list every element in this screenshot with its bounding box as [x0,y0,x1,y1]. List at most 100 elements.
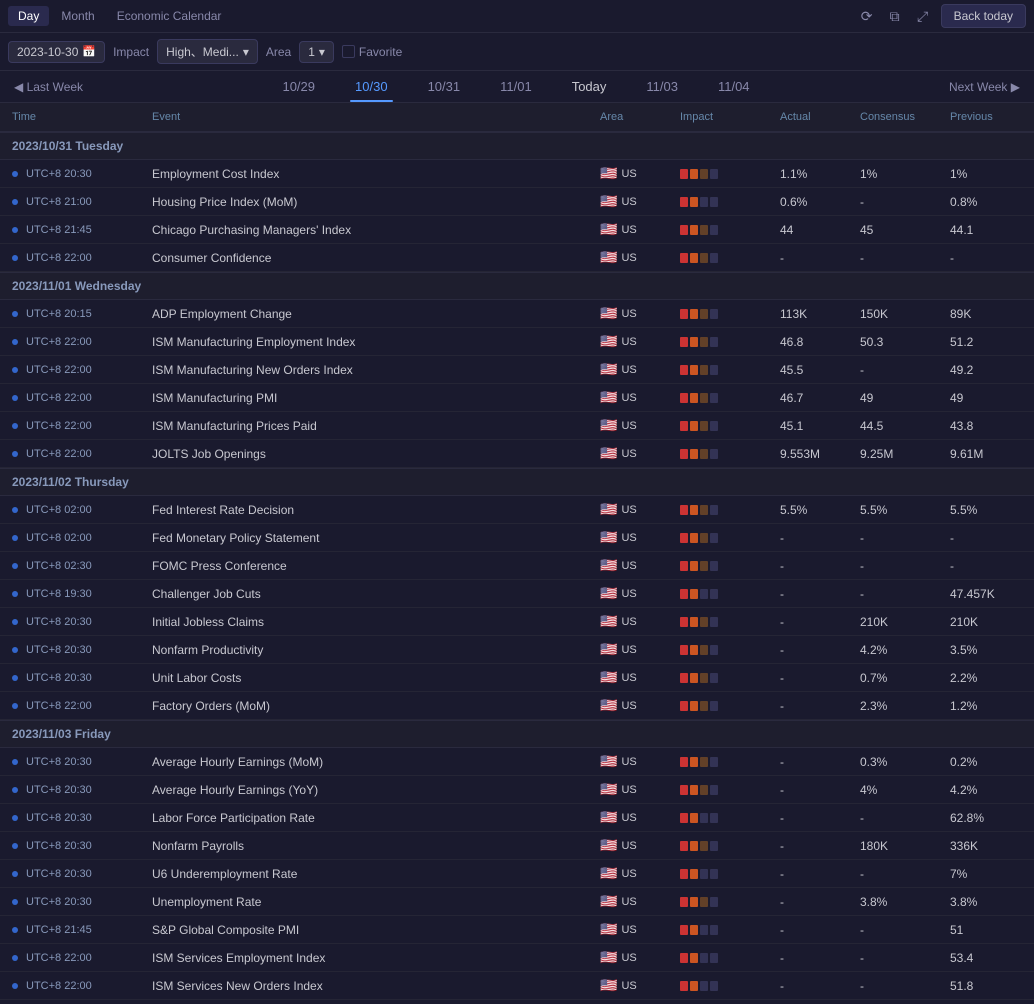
area-cell: 🇺🇸US [596,889,676,914]
th-event: Event [148,107,596,127]
date-tab-11-01[interactable]: 11/01 [480,75,552,98]
impact-bar [680,953,688,963]
time-cell: UTC+8 20:30 [8,164,148,184]
date-picker[interactable]: 2023-10-30 📅 [8,41,105,63]
window-icon[interactable]: ⧉ [885,6,905,26]
table-row[interactable]: UTC+8 21:45S&P Global Composite PMI🇺🇸US-… [0,916,1034,944]
consensus-cell: - [856,555,946,577]
table-row[interactable]: UTC+8 20:30Labor Force Participation Rat… [0,804,1034,832]
date-tab-11-03[interactable]: 11/03 [626,75,698,98]
previous-cell: - [946,555,1026,577]
table-row[interactable]: UTC+8 22:00Factory Orders (MoM)🇺🇸US-2.3%… [0,692,1034,720]
table-row[interactable]: UTC+8 22:00ISM Manufacturing New Orders … [0,356,1034,384]
impact-bars [680,505,718,515]
impact-bars [680,981,718,991]
impact-cell [676,557,776,575]
date-tab-Today[interactable]: Today [552,75,627,98]
date-tab-11-04[interactable]: 11/04 [698,75,770,98]
table-row[interactable]: UTC+8 20:15ADP Employment Change🇺🇸US113K… [0,300,1034,328]
back-today-btn[interactable]: Back today [941,4,1026,28]
date-tab-10-31[interactable]: 10/31 [408,75,481,98]
impact-cell [676,445,776,463]
event-cell: Employment Cost Index [148,163,596,185]
table-row[interactable]: UTC+8 20:30Nonfarm Productivity🇺🇸US-4.2%… [0,636,1034,664]
date-tab-10-29[interactable]: 10/29 [262,75,335,98]
impact-bars [680,533,718,543]
actual-cell: 46.8 [776,331,856,353]
actual-cell: - [776,891,856,913]
impact-bar [690,981,698,991]
impact-bar [700,673,708,683]
prev-week-btn[interactable]: ◀ Last Week [8,76,89,98]
table-row[interactable]: UTC+8 20:30Average Hourly Earnings (MoM)… [0,748,1034,776]
tab-month[interactable]: Month [51,6,104,26]
impact-bar [700,813,708,823]
impact-bar [700,309,708,319]
table-row[interactable]: UTC+8 20:30Unemployment Rate🇺🇸US-3.8%3.8… [0,888,1034,916]
area-name: US [621,840,636,852]
impact-bars [680,337,718,347]
table-row[interactable]: UTC+8 20:30U6 Underemployment Rate🇺🇸US--… [0,860,1034,888]
impact-bar [680,757,688,767]
indicator-dot [12,395,18,401]
impact-select[interactable]: High、Medi... ▾ [157,39,258,64]
table-row[interactable]: UTC+8 02:00Fed Monetary Policy Statement… [0,524,1034,552]
impact-cell [676,333,776,351]
table-row[interactable]: UTC+8 22:00ISM Services New Orders Index… [0,972,1034,1000]
impact-bar [710,309,718,319]
impact-bar [680,673,688,683]
previous-cell: 89K [946,303,1026,325]
impact-cell [676,809,776,827]
area-label: Area [266,45,291,59]
table-row[interactable]: UTC+8 19:30Challenger Job Cuts🇺🇸US--47.4… [0,580,1034,608]
scroll-area[interactable]: 2023/10/31 TuesdayUTC+8 20:30Employment … [0,132,1034,1004]
consensus-cell: 210K [856,611,946,633]
table-row[interactable]: UTC+8 20:30Average Hourly Earnings (YoY)… [0,776,1034,804]
flag-icon: 🇺🇸 [600,921,617,938]
impact-bar [710,785,718,795]
flag-icon: 🇺🇸 [600,417,617,434]
impact-bar [690,197,698,207]
table-row[interactable]: UTC+8 20:30Nonfarm Payrolls🇺🇸US-180K336K [0,832,1034,860]
table-row[interactable]: UTC+8 22:00Consumer Confidence🇺🇸US--- [0,244,1034,272]
tab-day[interactable]: Day [8,6,49,26]
area-name: US [621,560,636,572]
actual-cell: - [776,611,856,633]
checkbox-input[interactable] [342,45,355,58]
time-cell: UTC+8 22:00 [8,388,148,408]
impact-cell [676,641,776,659]
area-cell: 🇺🇸US [596,861,676,886]
consensus-cell: - [856,919,946,941]
table-row[interactable]: UTC+8 22:00JOLTS Job Openings🇺🇸US9.553M9… [0,440,1034,468]
table-row[interactable]: UTC+8 22:00ISM Services Employment Index… [0,944,1034,972]
table-row[interactable]: UTC+8 21:45Chicago Purchasing Managers' … [0,216,1034,244]
area-cell: 🇺🇸US [596,245,676,270]
next-week-btn[interactable]: Next Week ▶ [943,76,1026,98]
area-select[interactable]: 1 ▾ [299,41,334,63]
reload-icon[interactable]: ⟳ [857,6,877,26]
table-row[interactable]: UTC+8 22:00ISM Manufacturing PMI🇺🇸US46.7… [0,384,1034,412]
impact-bar [680,561,688,571]
table-row[interactable]: UTC+8 20:30Initial Jobless Claims🇺🇸US-21… [0,608,1034,636]
consensus-cell: - [856,807,946,829]
table-row[interactable]: UTC+8 22:00ISM Manufacturing Prices Paid… [0,412,1034,440]
table-row[interactable]: UTC+8 21:00Housing Price Index (MoM)🇺🇸US… [0,188,1034,216]
actual-cell: 113K [776,303,856,325]
table-row[interactable]: UTC+8 22:00ISM Services PMI🇺🇸US53-53.6 [0,1000,1034,1004]
consensus-cell: 44.5 [856,415,946,437]
impact-bar [710,505,718,515]
table-row[interactable]: UTC+8 20:30Employment Cost Index🇺🇸US1.1%… [0,160,1034,188]
table-row[interactable]: UTC+8 22:00ISM Manufacturing Employment … [0,328,1034,356]
previous-cell: 3.8% [946,891,1026,913]
date-tab-10-30[interactable]: 10/30 [335,75,408,98]
impact-bars [680,813,718,823]
table-row[interactable]: UTC+8 02:30FOMC Press Conference🇺🇸US--- [0,552,1034,580]
impact-bar [680,421,688,431]
favorite-checkbox[interactable]: Favorite [342,45,402,59]
impact-cell [676,389,776,407]
table-row[interactable]: UTC+8 02:00Fed Interest Rate Decision🇺🇸U… [0,496,1034,524]
table-row[interactable]: UTC+8 20:30Unit Labor Costs🇺🇸US-0.7%2.2% [0,664,1034,692]
event-cell: ISM Manufacturing Prices Paid [148,415,596,437]
expand-icon[interactable]: ⤢ [913,6,933,26]
impact-bar [690,785,698,795]
